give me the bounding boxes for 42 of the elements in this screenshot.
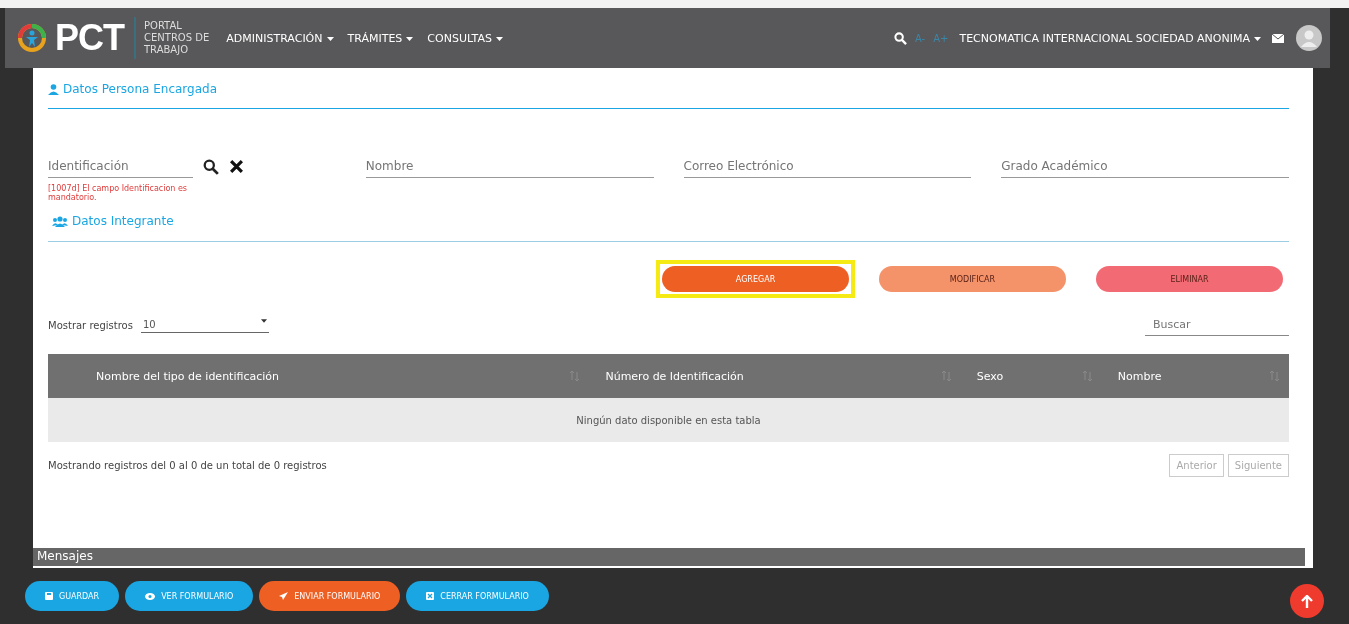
caret-icon	[260, 319, 267, 323]
search-icon[interactable]	[203, 158, 219, 175]
avatar-icon[interactable]	[1296, 25, 1322, 51]
form-button[interactable]: VER FORMULARIO	[125, 581, 254, 611]
paper-plane-icon	[279, 592, 289, 600]
form-button[interactable]: GUARDAR	[25, 581, 120, 611]
empty-table-message: Ningún dato disponible en esta tabla	[576, 414, 761, 426]
column-header[interactable]: Nombre del tipo de identificación	[96, 369, 279, 383]
caret-icon	[495, 36, 503, 41]
nav-menu-item[interactable]: ADMINISTRACIÓN	[223, 31, 337, 45]
column-header[interactable]: Sexo	[976, 369, 1004, 383]
arrow-up-icon	[1301, 594, 1313, 608]
portal-title: PORTAL CENTROS DE TRABAJO	[144, 20, 210, 56]
close-icon[interactable]	[229, 159, 244, 174]
save-icon	[45, 592, 53, 600]
messages-bar: Mensajes	[33, 548, 1305, 566]
logo-icon	[17, 23, 47, 53]
table-info: Mostrando registros del 0 al 0 de un total de 0 registros	[48, 460, 327, 471]
scroll-to-top-button[interactable]	[1290, 584, 1324, 618]
logo-text: PCT	[55, 17, 136, 59]
page-size-select[interactable]: 10	[140, 317, 269, 333]
form-button[interactable]: CERRAR FORMULARIO	[406, 581, 549, 611]
action-button[interactable]: AGREGAR	[656, 260, 855, 298]
close-icon	[426, 592, 435, 600]
section-title: Datos Persona Encargada	[63, 82, 217, 96]
search-icon[interactable]	[893, 31, 907, 45]
column-header[interactable]: Número de Identificación	[605, 369, 744, 383]
page-size-label: Mostrar registros	[48, 319, 133, 331]
caret-icon	[1254, 36, 1261, 41]
caret-icon	[326, 36, 334, 41]
nav-menu-item[interactable]: CONSULTAS	[424, 31, 506, 45]
section-title: Datos Integrante	[72, 214, 174, 228]
company-menu[interactable]: TECNOMATICA INTERNACIONAL SOCIEDAD ANONIMA	[956, 31, 1264, 45]
mail-icon[interactable]	[1272, 33, 1284, 43]
caret-icon	[406, 36, 414, 41]
form-button[interactable]: ENVIAR FORMULARIO	[259, 581, 401, 611]
eye-icon	[145, 592, 156, 600]
person-icon	[48, 83, 59, 95]
error-message: [1007d] El campo Identificacion es mandatorio.	[48, 184, 188, 202]
group-icon	[52, 215, 68, 227]
nav-menu-item[interactable]: TRÁMITES	[344, 31, 417, 45]
column-header[interactable]: Nombre	[1117, 369, 1162, 383]
